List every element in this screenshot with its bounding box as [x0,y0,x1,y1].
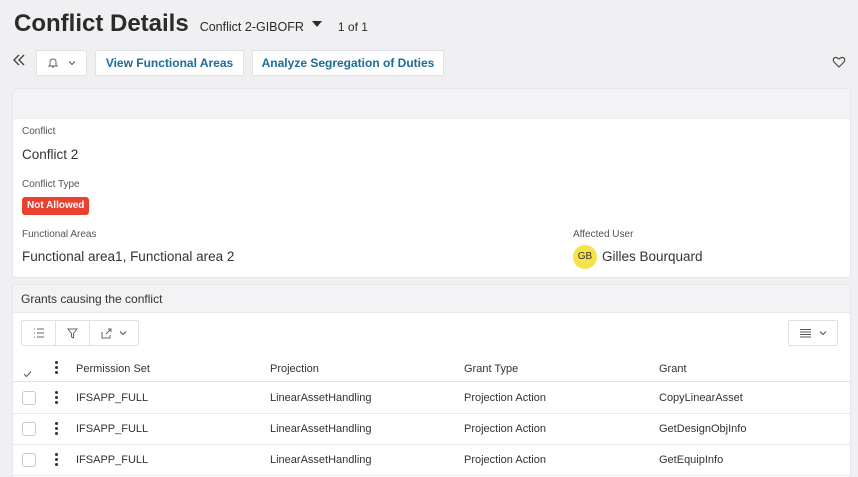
analyze-segregation-button[interactable]: Analyze Segregation of Duties [252,50,444,76]
cell-projection: LinearAssetHandling [270,423,372,435]
filter-icon [67,328,78,339]
conflict-value: Conflict 2 [22,147,79,162]
grid-toolbar [21,320,139,346]
column-header-grant[interactable]: Grant [659,363,687,375]
cell-grant: CopyLinearAsset [659,392,743,404]
cell-grant-type: Projection Action [464,454,546,466]
checkmark-icon[interactable] [23,365,32,383]
row-checkbox[interactable] [22,422,36,436]
conflict-label: Conflict [22,126,56,137]
kebab-icon[interactable] [53,390,59,406]
collapse-icon[interactable] [12,53,30,73]
details-panel: Conflict Conflict 2 Conflict Type Not Al… [13,89,850,277]
page-header: Conflict Details Conflict 2-GIBOFR 1 of … [14,10,368,42]
cell-grant-type: Projection Action [464,423,546,435]
bell-icon [47,58,58,68]
affected-user-label: Affected User [573,229,634,240]
heart-icon[interactable] [832,55,848,71]
table-row[interactable]: IFSAPP_FULL LinearAssetHandling Projecti… [13,414,850,445]
view-functional-areas-button[interactable]: View Functional Areas [95,50,244,76]
row-checkbox[interactable] [22,453,36,467]
cell-grant-type: Projection Action [464,392,546,404]
row-checkbox[interactable] [22,391,36,405]
kebab-icon[interactable] [53,421,59,437]
cell-permission-set: IFSAPP_FULL [76,392,149,404]
table-row[interactable]: IFSAPP_FULL LinearAssetHandling Projecti… [13,445,850,476]
pager-text: 1 of 1 [337,20,368,34]
grants-title: Grants causing the conflict [21,292,163,306]
chevron-down-icon [819,331,826,336]
grid-header-row: Permission Set Projection Grant Type Gra… [13,355,850,382]
export-icon [101,328,111,338]
column-header-permission-set[interactable]: Permission Set [76,363,150,375]
cell-grant: GetDesignObjInfo [659,423,747,435]
command-toolbar: View Functional Areas Analyze Segregatio… [12,50,852,76]
kebab-icon[interactable] [53,360,59,376]
avatar: GB [573,245,597,269]
affected-user-name[interactable]: Gilles Bourquard [602,249,703,264]
kebab-icon[interactable] [53,452,59,468]
conflict-type-label: Conflict Type [22,179,80,190]
chevron-down-icon [68,61,75,66]
cell-grant: GetEquipInfo [659,454,724,466]
caret-down-icon [311,21,322,27]
chevron-down-icon [119,331,126,336]
layout-menu-button[interactable] [788,320,838,346]
record-selector-label: Conflict 2-GIBOFR [199,20,304,34]
conflict-type-badge: Not Allowed [22,197,90,215]
cell-projection: LinearAssetHandling [270,454,372,466]
grants-panel: Grants causing the conflict Permission S… [13,285,850,477]
export-menu-button[interactable] [90,321,138,345]
page-title: Conflict Details [14,10,189,37]
list-view-button[interactable] [22,321,56,345]
column-header-projection[interactable]: Projection [270,363,319,375]
notification-menu-button[interactable] [36,50,87,76]
record-selector[interactable]: Conflict 2-GIBOFR [200,20,322,34]
functional-areas-label: Functional Areas [22,229,97,240]
layout-icon [799,328,811,338]
functional-areas-value: Functional area1, Functional area 2 [22,249,235,264]
cell-projection: LinearAssetHandling [270,392,372,404]
grants-header: Grants causing the conflict [13,285,850,313]
filter-button[interactable] [56,321,90,345]
cell-permission-set: IFSAPP_FULL [76,423,149,435]
table-row[interactable]: IFSAPP_FULL LinearAssetHandling Projecti… [13,383,850,414]
cell-permission-set: IFSAPP_FULL [76,454,149,466]
column-header-grant-type[interactable]: Grant Type [464,363,518,375]
panel-header-band [13,89,850,119]
list-icon [33,328,44,338]
